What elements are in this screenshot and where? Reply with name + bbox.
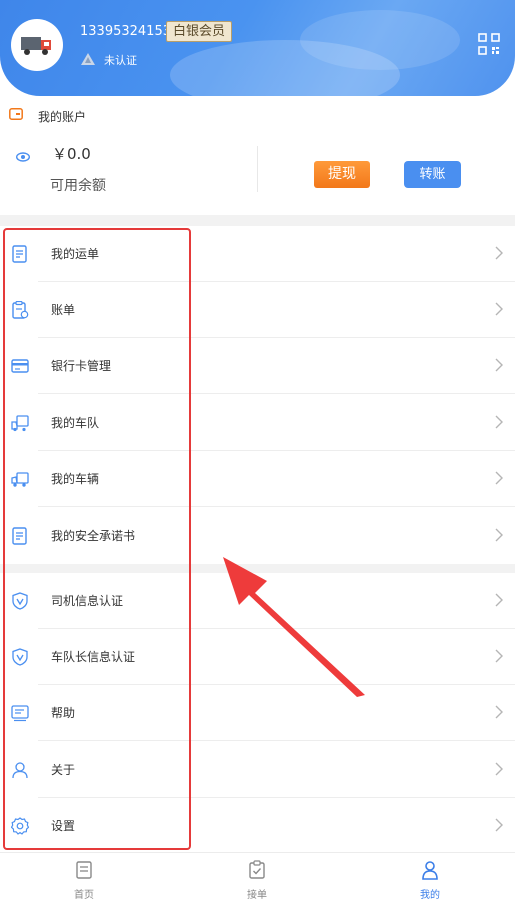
home-doc-icon — [76, 861, 92, 879]
tab-label: 我的 — [420, 890, 440, 901]
user-icon — [422, 861, 438, 880]
tab-mine[interactable]: 我的 — [385, 853, 475, 903]
avatar[interactable] — [11, 19, 63, 71]
qr-code-icon[interactable] — [478, 33, 500, 55]
eye-icon[interactable] — [16, 152, 30, 162]
truck-avatar-icon — [21, 37, 51, 55]
highlight-box — [3, 228, 191, 850]
header-cloud — [300, 10, 460, 70]
withdraw-button[interactable]: 提现 — [314, 161, 370, 188]
balance-amount: ￥0.0 — [52, 145, 91, 163]
profile-header — [0, 0, 515, 96]
chevron-right-icon — [495, 818, 503, 832]
chevron-right-icon — [495, 302, 503, 316]
account-header: 我的账户 — [0, 104, 515, 128]
arrow-annotation — [223, 557, 365, 697]
bottom-tab-bar: 首页 接单 我的 — [0, 852, 515, 903]
chevron-right-icon — [495, 593, 503, 607]
chevron-right-icon — [495, 415, 503, 429]
user-phone: 13395324153 — [80, 24, 171, 39]
tab-label: 首页 — [74, 890, 94, 901]
divider — [257, 146, 258, 192]
transfer-button[interactable]: 转账 — [404, 161, 461, 188]
chevron-right-icon — [495, 471, 503, 485]
tab-orders[interactable]: 接单 — [212, 853, 302, 903]
tab-home[interactable]: 首页 — [39, 853, 129, 903]
chevron-right-icon — [495, 649, 503, 663]
balance-label: 可用余额 — [50, 178, 106, 194]
verify-status-icon — [81, 53, 95, 65]
account-title: 我的账户 — [38, 110, 87, 124]
chevron-right-icon — [495, 246, 503, 260]
tab-label: 接单 — [247, 890, 267, 901]
checklist-icon — [249, 860, 265, 879]
chevron-right-icon — [495, 358, 503, 372]
section-divider — [0, 215, 515, 226]
verify-status-text[interactable]: 未认证 — [104, 52, 137, 68]
chevron-right-icon — [495, 705, 503, 719]
wallet-icon — [9, 108, 23, 120]
member-level-badge: 白银会员 — [166, 21, 233, 42]
chevron-right-icon — [495, 528, 503, 542]
chevron-right-icon — [495, 762, 503, 776]
